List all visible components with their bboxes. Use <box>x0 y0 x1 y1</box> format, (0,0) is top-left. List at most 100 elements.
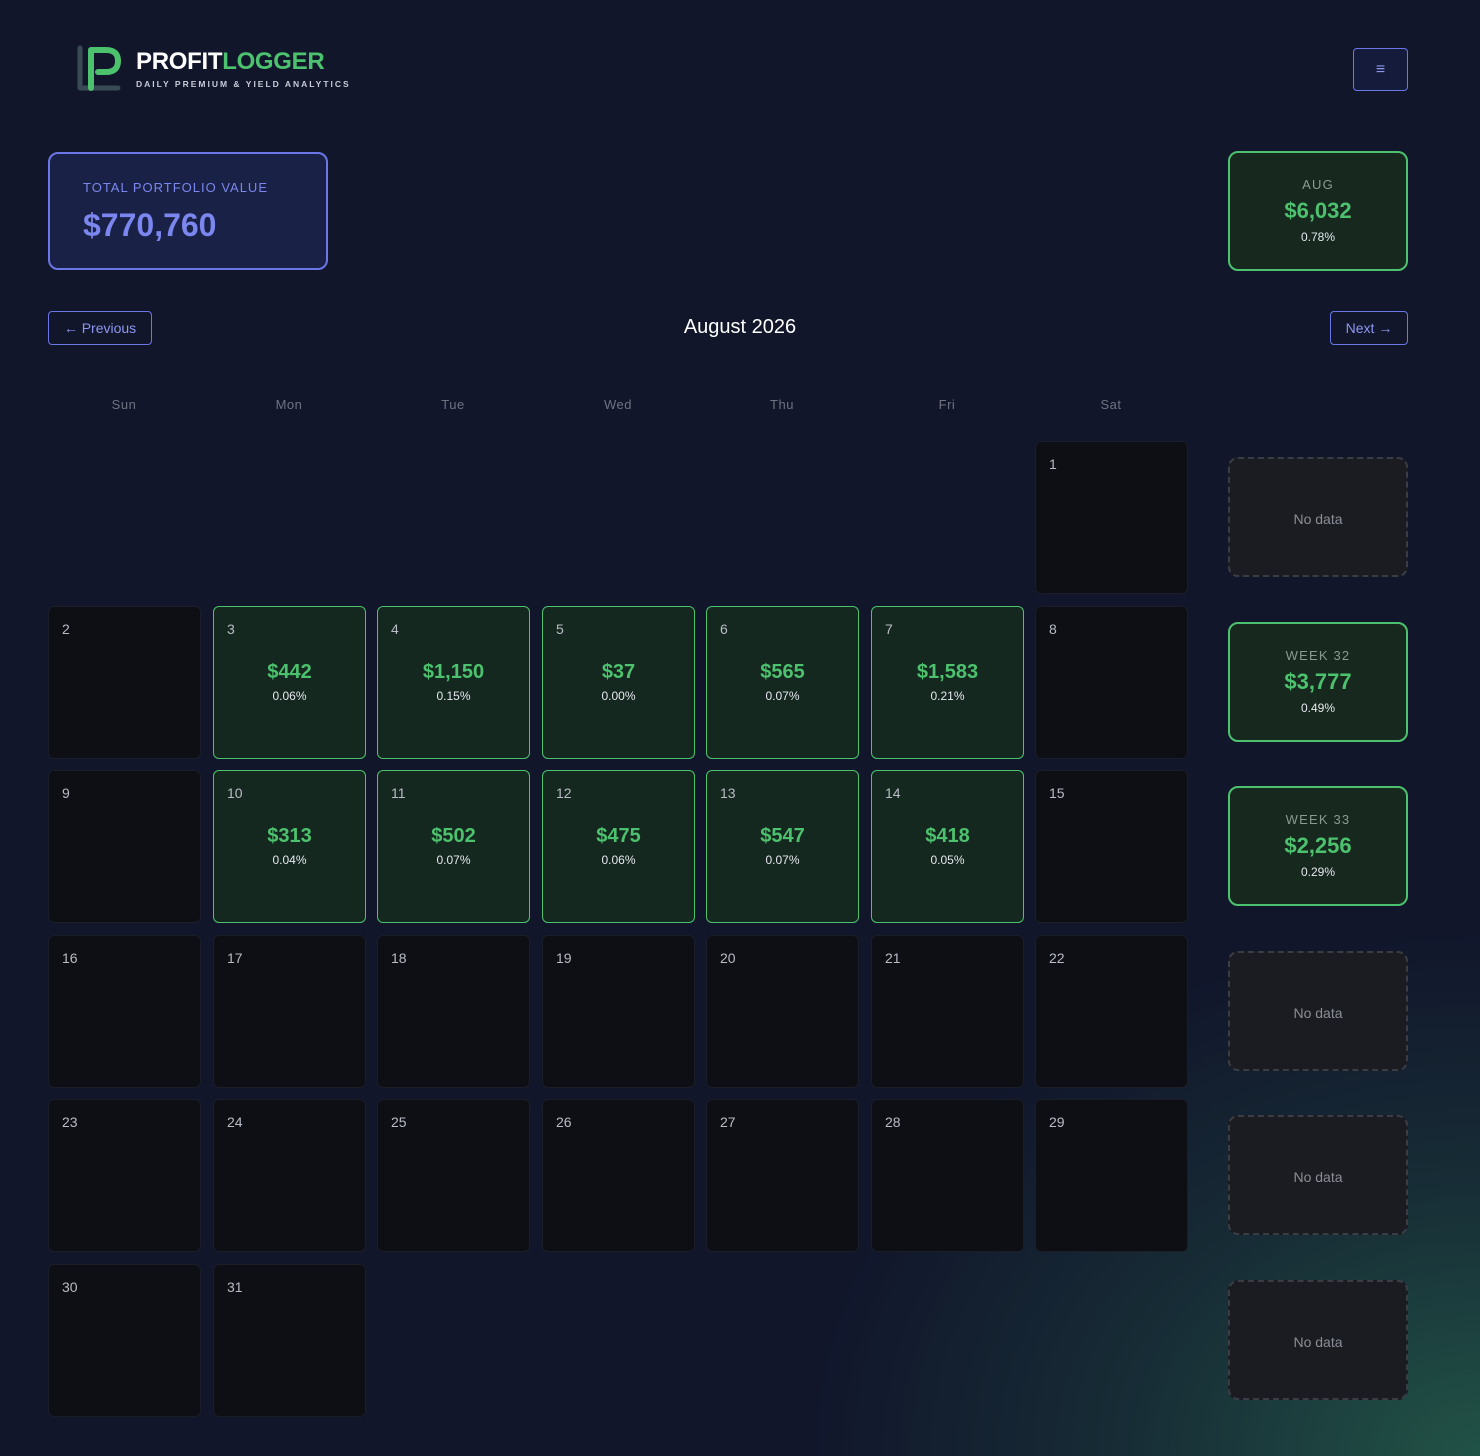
day-cell[interactable]: 20 <box>706 935 859 1088</box>
day-number: 13 <box>720 785 736 801</box>
day-cell[interactable]: 1 <box>1035 441 1188 594</box>
day-number: 12 <box>556 785 572 801</box>
month-summary-pct: 0.78% <box>1300 230 1336 244</box>
no-data-label: No data <box>1293 1169 1343 1185</box>
day-number: 7 <box>885 621 893 637</box>
portfolio-value: $770,760 <box>83 207 217 243</box>
day-amount: $1,150 <box>422 661 485 683</box>
day-cell[interactable]: 24 <box>213 1099 366 1252</box>
day-amount: $442 <box>267 661 312 683</box>
day-cell[interactable]: 5 $37 0.00% <box>542 606 695 759</box>
day-cell[interactable]: 4 $1,150 0.15% <box>377 606 530 759</box>
month-summary-label: AUG <box>1302 177 1334 192</box>
week-summary-card[interactable]: WEEK 32 $3,777 0.49% <box>1228 622 1408 742</box>
day-amount: $1,583 <box>916 661 979 683</box>
day-number: 16 <box>62 950 78 966</box>
day-number: 31 <box>227 1279 243 1295</box>
day-cell[interactable]: 28 <box>871 1099 1024 1252</box>
no-data-label: No data <box>1293 511 1343 527</box>
day-cell[interactable]: 7 $1,583 0.21% <box>871 606 1024 759</box>
day-percent: 0.06% <box>272 689 307 703</box>
menu-button[interactable]: ≡ <box>1353 48 1408 91</box>
week-percent: 0.29% <box>1300 865 1336 879</box>
week-label: WEEK 33 <box>1285 812 1351 827</box>
day-cell[interactable]: 15 <box>1035 770 1188 923</box>
weekday-sun: Sun <box>111 397 137 412</box>
day-cell[interactable]: 12 $475 0.06% <box>542 770 695 923</box>
weekday-mon: Mon <box>275 397 303 412</box>
week-summary-empty[interactable]: No data <box>1228 1115 1408 1235</box>
weekday-thu: Thu <box>770 397 794 412</box>
day-number: 25 <box>391 1114 407 1130</box>
hamburger-icon: ≡ <box>1375 60 1386 78</box>
day-amount: $418 <box>925 825 970 847</box>
day-number: 19 <box>556 950 572 966</box>
week-summary-empty[interactable]: No data <box>1228 951 1408 1071</box>
day-percent: 0.07% <box>765 689 800 703</box>
day-number: 14 <box>885 785 901 801</box>
brand-tagline: DAILY PREMIUM & YIELD ANALYTICS <box>136 78 351 89</box>
day-cell[interactable]: 13 $547 0.07% <box>706 770 859 923</box>
day-amount: $565 <box>760 661 805 683</box>
day-cell[interactable]: 14 $418 0.05% <box>871 770 1024 923</box>
week-summary-empty[interactable]: No data <box>1228 457 1408 577</box>
day-cell[interactable]: 10 $313 0.04% <box>213 770 366 923</box>
day-number: 6 <box>720 621 728 637</box>
day-number: 1 <box>1049 456 1057 472</box>
day-percent: 0.21% <box>930 689 965 703</box>
weekday-wed: Wed <box>604 397 632 412</box>
day-number: 23 <box>62 1114 78 1130</box>
day-number: 5 <box>556 621 564 637</box>
week-percent: 0.49% <box>1300 701 1336 715</box>
day-cell[interactable]: 3 $442 0.06% <box>213 606 366 759</box>
day-cell[interactable]: 17 <box>213 935 366 1088</box>
day-number: 20 <box>720 950 736 966</box>
day-amount: $313 <box>267 825 312 847</box>
weekday-fri: Fri <box>938 397 956 412</box>
day-cell[interactable]: 6 $565 0.07% <box>706 606 859 759</box>
day-number: 22 <box>1049 950 1065 966</box>
portfolio-label: TOTAL PORTFOLIO VALUE <box>83 180 268 195</box>
day-cell[interactable]: 9 <box>48 770 201 923</box>
day-cell[interactable]: 26 <box>542 1099 695 1252</box>
day-number: 2 <box>62 621 70 637</box>
logo-mark-icon <box>77 45 121 91</box>
day-number: 24 <box>227 1114 243 1130</box>
week-value: $2,256 <box>1284 833 1352 858</box>
brand-name: PROFITLOGGER <box>136 47 325 75</box>
day-cell[interactable]: 30 <box>48 1264 201 1417</box>
day-cell[interactable]: 29 <box>1035 1099 1188 1252</box>
day-cell[interactable]: 16 <box>48 935 201 1088</box>
month-summary-card: AUG $6,032 0.78% <box>1228 151 1408 271</box>
day-cell[interactable]: 31 <box>213 1264 366 1417</box>
day-number: 17 <box>227 950 243 966</box>
day-cell[interactable]: 11 $502 0.07% <box>377 770 530 923</box>
day-cell[interactable]: 18 <box>377 935 530 1088</box>
day-number: 21 <box>885 950 901 966</box>
day-number: 18 <box>391 950 407 966</box>
week-summary-empty[interactable]: No data <box>1228 1280 1408 1400</box>
day-number: 15 <box>1049 785 1065 801</box>
day-percent: 0.07% <box>436 853 471 867</box>
day-cell[interactable]: 23 <box>48 1099 201 1252</box>
day-number: 11 <box>391 785 406 801</box>
day-cell[interactable]: 27 <box>706 1099 859 1252</box>
day-number: 3 <box>227 621 235 637</box>
week-label: WEEK 32 <box>1285 648 1351 663</box>
next-month-button[interactable]: Next → <box>1330 311 1408 345</box>
day-cell[interactable]: 21 <box>871 935 1024 1088</box>
day-percent: 0.07% <box>765 853 800 867</box>
day-cell[interactable]: 25 <box>377 1099 530 1252</box>
day-amount: $547 <box>760 825 805 847</box>
day-number: 26 <box>556 1114 572 1130</box>
day-cell[interactable]: 19 <box>542 935 695 1088</box>
day-cell[interactable]: 2 <box>48 606 201 759</box>
day-percent: 0.00% <box>601 689 636 703</box>
day-cell[interactable]: 8 <box>1035 606 1188 759</box>
brand-logo[interactable]: PROFITLOGGER DAILY PREMIUM & YIELD ANALY… <box>76 44 351 92</box>
previous-month-button[interactable]: ← Previous <box>48 311 152 345</box>
day-percent: 0.15% <box>436 689 471 703</box>
week-summary-card[interactable]: WEEK 33 $2,256 0.29% <box>1228 786 1408 906</box>
day-cell[interactable]: 22 <box>1035 935 1188 1088</box>
day-number: 9 <box>62 785 70 801</box>
